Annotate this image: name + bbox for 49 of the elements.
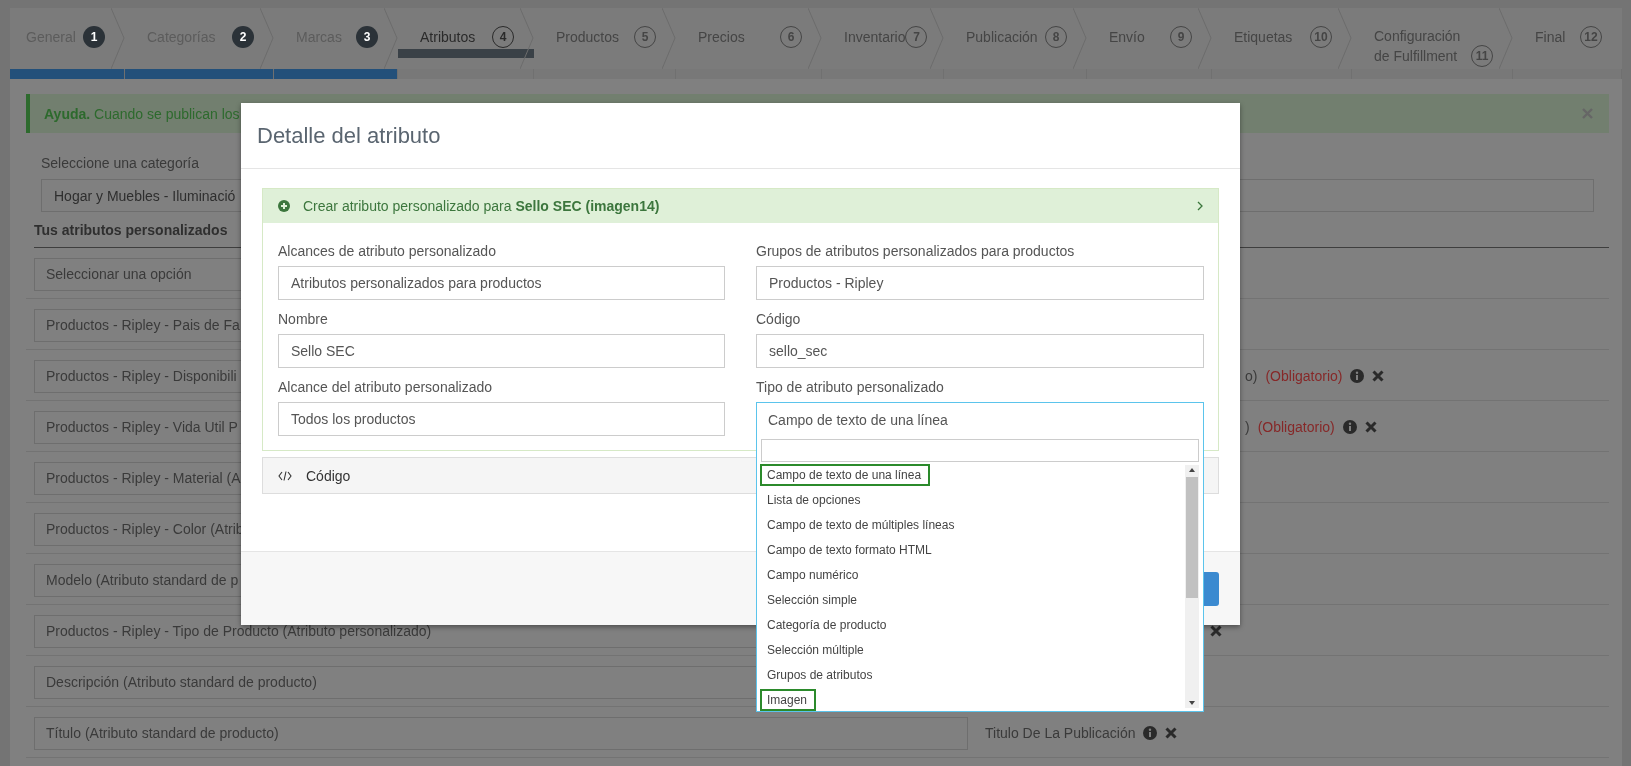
panel-header[interactable]: Crear atributo personalizado para Sello SEC (imagen14) <box>263 189 1218 223</box>
section-title: Tus atributos personalizados <box>33 221 229 239</box>
field-label: Grupos de atributos personalizados para productos <box>756 242 1076 261</box>
field-label: Alcances de atributo personalizado <box>278 242 497 261</box>
code-icon <box>278 470 292 481</box>
field-label: Código <box>756 310 802 329</box>
search-field[interactable] <box>761 439 1199 462</box>
field-label: Tipo de atributo personalizado <box>756 378 945 397</box>
help-text: Ayuda. Cuando se publican los <box>44 105 240 122</box>
attribute-value: Titulo De La Publicación <box>985 725 1136 741</box>
required-label: (Obligatorio) <box>1257 419 1335 435</box>
info-icon[interactable] <box>1350 369 1365 383</box>
plus-circle-icon <box>278 200 290 212</box>
input-field[interactable]: Sello SEC <box>278 334 725 368</box>
dropdown-option[interactable]: Grupos de atributos <box>760 663 882 686</box>
scrollbar[interactable] <box>1185 465 1199 708</box>
field-label: Alcance del atributo personalizado <box>278 378 494 397</box>
input-field[interactable]: Productos - Ripley <box>756 266 1204 300</box>
dropdown-option[interactable]: Imagen <box>760 688 817 711</box>
dropdown-option[interactable]: Campo de texto formato HTML <box>760 538 941 561</box>
dropdown-option[interactable]: Campo de texto de una línea <box>760 463 931 486</box>
dropdown-option[interactable]: Selección simple <box>760 588 867 611</box>
remove-icon[interactable] <box>1210 625 1222 637</box>
chevron-icon <box>384 8 398 69</box>
attribute-value: ) <box>1245 419 1250 435</box>
input-field[interactable]: Todos los productos <box>278 402 725 436</box>
attribute-value: o) <box>1245 368 1258 384</box>
type-dropdown[interactable] <box>756 402 1204 712</box>
chevron-icon <box>1197 201 1203 211</box>
chevron-icon <box>260 8 274 69</box>
remove-icon[interactable] <box>1372 370 1385 382</box>
info-icon[interactable] <box>1342 420 1357 434</box>
input-field[interactable]: Atributos personalizados para productos <box>278 266 725 300</box>
input-field[interactable]: sello_sec <box>756 334 1204 368</box>
dropdown-option[interactable]: Categoría de producto <box>760 613 896 636</box>
scroll-thumb[interactable] <box>1186 477 1198 598</box>
remove-icon[interactable] <box>1364 421 1377 433</box>
required-label: (Obligatorio) <box>1265 368 1343 384</box>
chevron-icon <box>111 8 125 69</box>
field-label: Nombre <box>278 310 329 329</box>
selected-value: Campo de texto de una línea <box>767 411 949 430</box>
dropdown-option[interactable]: Campo de texto de múltiples líneas <box>760 513 964 536</box>
dialog-title: Detalle del atributo <box>257 122 441 149</box>
panel-title: Crear atributo personalizado para Sello SEC (imagen14) <box>303 198 661 214</box>
section-title: Código <box>306 467 351 484</box>
field-label: Seleccione una categoría <box>41 154 200 173</box>
remove-icon[interactable] <box>1165 727 1178 739</box>
dropdown-option[interactable]: Campo numérico <box>760 563 868 586</box>
info-icon[interactable] <box>1143 726 1158 740</box>
